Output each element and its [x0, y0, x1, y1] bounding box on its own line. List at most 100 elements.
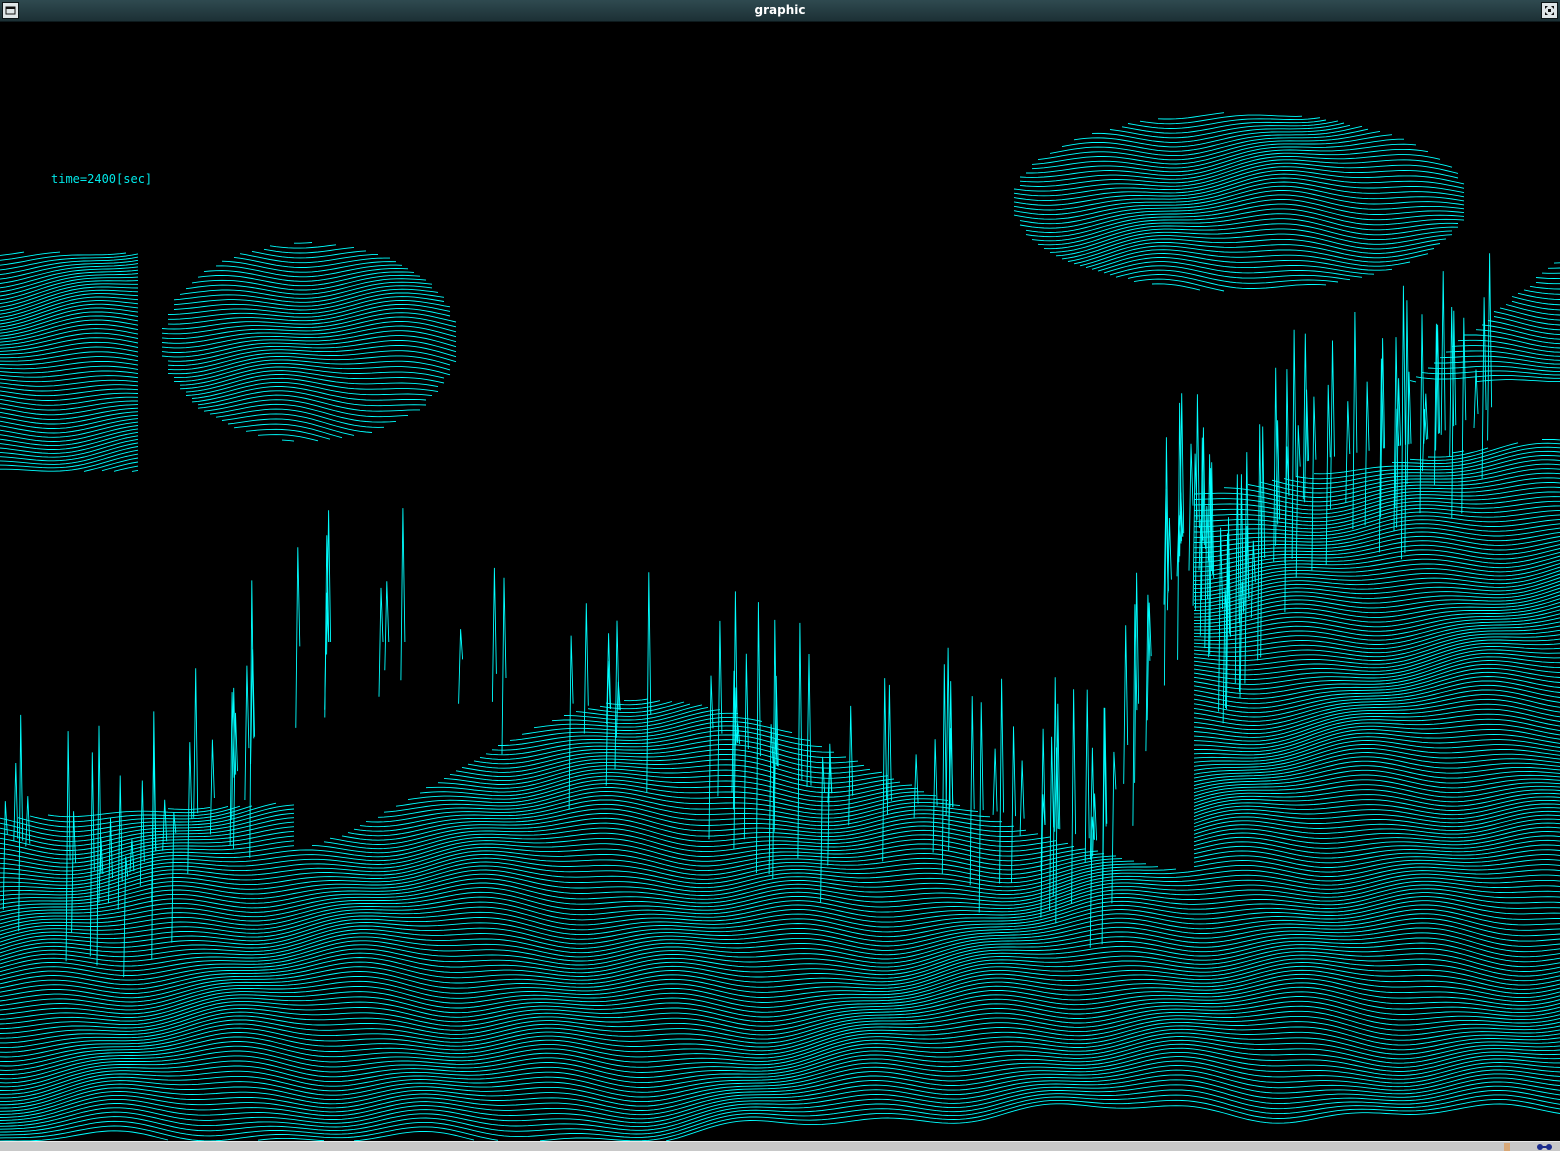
surface-row-line: [0, 304, 1560, 349]
surface-row-line: [0, 198, 1465, 271]
surface-row-line: [0, 446, 139, 465]
surface-spike: [1084, 689, 1090, 863]
surface-row-line: [0, 991, 1560, 1053]
surface-spike: [193, 668, 199, 818]
surface-spike: [992, 748, 998, 815]
surface-spike: [151, 745, 157, 903]
surface-row-line: [455, 732, 1560, 778]
surface-row-line: [1109, 120, 1339, 139]
surface-spike: [913, 754, 919, 818]
surface-row-line: [0, 418, 355, 442]
surface-spike: [187, 742, 193, 874]
surface-spike: [458, 629, 464, 704]
surface-row-line: [0, 249, 1411, 315]
surface-row-line: [0, 269, 1560, 331]
surface-spike: [978, 702, 984, 913]
surface-spike: [123, 856, 129, 978]
surface-spike: [646, 572, 652, 793]
surface-spike: [1123, 625, 1129, 784]
surface-row-line: [0, 190, 1465, 261]
surface-row-line: [167, 743, 1560, 810]
surface-row-line: [0, 438, 295, 458]
surface-lines: [0, 112, 1560, 1141]
surface-spike: [1419, 314, 1425, 514]
surface-spike: [1473, 369, 1479, 429]
surface-spike: [1330, 340, 1335, 509]
surface-row-line: [1019, 159, 1453, 187]
surface-row-line: [131, 438, 1560, 472]
plot-canvas: time=2400[sec]: [0, 22, 1560, 1141]
surface-spike: [1481, 297, 1487, 479]
surface-spike: [1260, 426, 1266, 658]
surface-row-line: [0, 408, 385, 434]
surface-spike: [1111, 751, 1117, 904]
surface-row-line: [113, 447, 1489, 472]
tray-network-icon[interactable]: [1534, 1142, 1556, 1151]
surface-row-line: [461, 729, 1560, 773]
surface-spike: [400, 508, 406, 681]
surface-row-line: [0, 900, 1560, 961]
surface-spike: [614, 620, 620, 770]
taskbar: [0, 1141, 1560, 1151]
surface-spike: [1461, 317, 1467, 514]
surface-row-line: [1295, 450, 1560, 480]
surface-spike: [1089, 747, 1095, 860]
surface-row-line: [0, 394, 420, 420]
surface-row-line: [0, 185, 1465, 256]
surface-row-line: [0, 1069, 1560, 1121]
surface-spike: [1423, 393, 1429, 444]
surface-row-line: [0, 208, 1465, 280]
surface-row-line: [0, 334, 1560, 375]
surface-spike: [89, 752, 95, 957]
surface-row-line: [0, 908, 1560, 969]
surface-spike: [806, 653, 812, 788]
surface-row-line: [0, 241, 1435, 308]
surface-row-line: [1157, 112, 1225, 120]
surface-row-line: [0, 859, 1560, 925]
title-bar[interactable]: graphic: [0, 0, 1560, 22]
surface-spike: [384, 581, 390, 671]
graphic-window: graphic time=2400[sec]: [0, 0, 1560, 1151]
surface-spike: [1440, 271, 1446, 435]
surface-row-line: [0, 194, 1465, 266]
surface-spike: [2, 801, 8, 910]
surface-row-line: [83, 457, 139, 472]
surface-row-line: [0, 947, 1560, 1003]
surface-spike: [71, 811, 77, 933]
surface-row-line: [491, 703, 1560, 751]
surface-spike: [945, 647, 951, 816]
surface-spike: [1238, 474, 1244, 692]
surface-row-line: [0, 379, 1560, 416]
surface-row-line: [0, 1005, 1560, 1067]
surface-row-line: [0, 365, 1560, 401]
surface-row-line: [0, 996, 1560, 1058]
surface-spike: [1487, 253, 1493, 441]
surface-row-line: [0, 1098, 1560, 1141]
surface-row-line: [0, 1103, 1560, 1141]
surface-row-line: [0, 370, 1560, 406]
surface-row-line: [0, 203, 1465, 276]
surface-row-line: [1037, 130, 1381, 161]
surface-spike: [108, 817, 113, 904]
surface-spike: [583, 603, 589, 734]
maximize-icon[interactable]: [1541, 2, 1558, 19]
surface-row-line: [1193, 609, 1560, 638]
surface-row-line: [0, 423, 343, 447]
surface-row-line: [0, 300, 1560, 346]
surface-spike: [117, 775, 123, 910]
surface-spike: [378, 587, 384, 697]
window-title: graphic: [754, 3, 806, 17]
surface-spike: [1188, 443, 1194, 571]
surface-spike: [1019, 760, 1025, 836]
surface-row-line: [47, 747, 1560, 818]
surface-spike: [233, 712, 238, 849]
surface-wireframe: [0, 112, 1560, 1141]
surface-row-line: [0, 350, 1560, 387]
surface-spike: [501, 577, 507, 755]
surface-spike: [568, 635, 574, 810]
surface-row-line: [0, 307, 1560, 352]
surface-spike: [969, 696, 975, 886]
surface-spike: [941, 664, 947, 875]
surface-spike: [96, 725, 102, 966]
time-label: time=2400[sec]: [51, 172, 153, 186]
